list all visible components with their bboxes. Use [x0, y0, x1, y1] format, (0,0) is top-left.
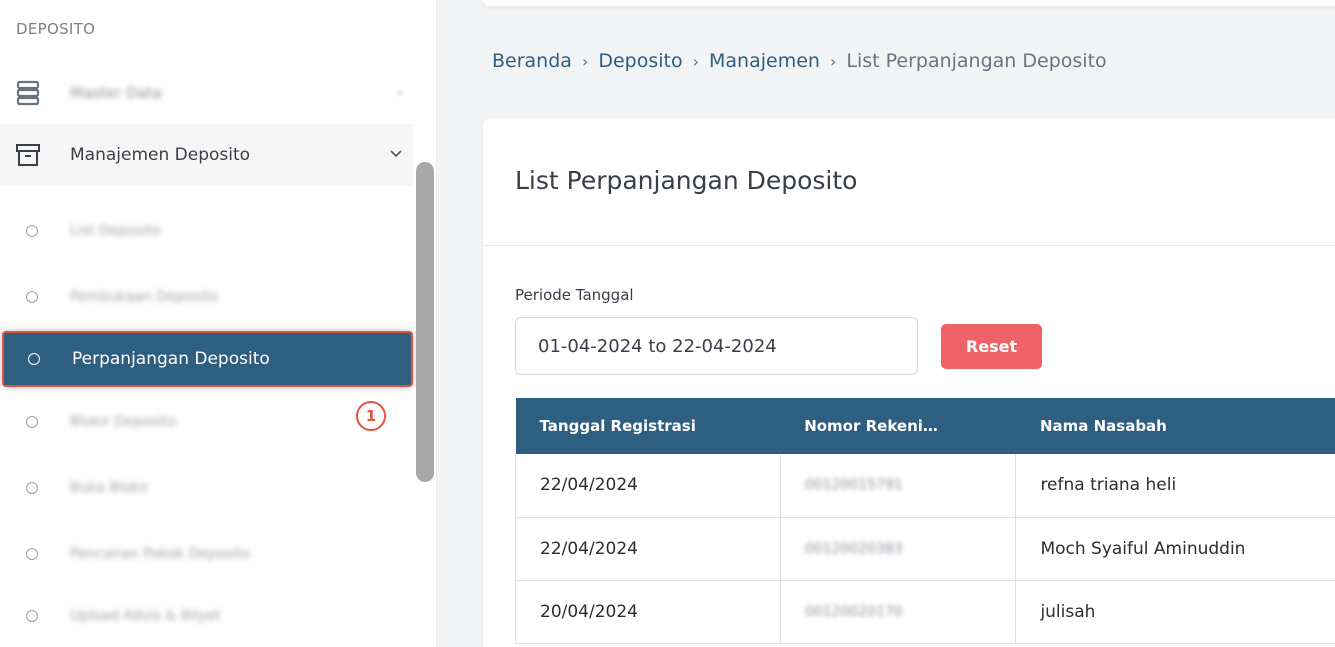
cell-nama: Moch Syaiful Aminuddin [1015, 517, 1335, 581]
breadcrumb-current: List Perpanjangan Deposito [846, 50, 1107, 72]
submenu-label: Pencairan Pokok Deposito [70, 546, 251, 562]
sidebar-item-manajemen-deposito[interactable]: Manajemen Deposito [0, 124, 413, 186]
submenu-label: Perpanjangan Deposito [72, 349, 270, 369]
breadcrumb: Beranda › Deposito › Manajemen › List Pe… [492, 50, 1107, 72]
chevron-right-icon: › [397, 85, 403, 101]
chevron-down-icon [389, 147, 403, 163]
column-header-tanggal[interactable]: Tanggal Registrasi [516, 398, 781, 454]
reset-button[interactable]: Reset [941, 324, 1042, 369]
table-header-row: Tanggal Registrasi Nomor Rekeni… Nama Na… [515, 398, 1335, 454]
sidebar-item-master-data[interactable]: Master Data › [0, 62, 413, 124]
cell-tanggal: 22/04/2024 [515, 454, 781, 518]
submenu-upload-advis-bilyet[interactable]: Upload Advis & Bilyet [0, 583, 413, 647]
submenu-label: List Deposito [70, 223, 162, 239]
circle-icon [26, 482, 38, 494]
submenu-blokir-deposito[interactable]: Blokir Deposito [0, 389, 413, 455]
cell-nomor: 00120020170 [779, 580, 1017, 644]
circle-icon [26, 291, 38, 303]
submenu-pembukaan-deposito[interactable]: Pembukaan Deposito [0, 264, 413, 330]
cell-tanggal: 22/04/2024 [515, 517, 781, 581]
top-bar [483, 0, 1335, 6]
divider [483, 245, 1335, 246]
period-label: Periode Tanggal [515, 286, 634, 304]
database-icon [14, 79, 42, 107]
table-row[interactable]: 20/04/2024 00120020170 julisah [515, 580, 1335, 644]
circle-icon [28, 353, 40, 365]
step-number-badge: 1 [356, 401, 386, 431]
cell-tanggal: 20/04/2024 [515, 580, 781, 644]
column-header-nama[interactable]: Nama Nasabah [1016, 398, 1335, 454]
cell-nama: refna triana heli [1015, 454, 1335, 518]
archive-icon [14, 141, 42, 169]
cell-nama: julisah [1015, 580, 1335, 644]
table-row[interactable]: 22/04/2024 00120020383 Moch Syaiful Amin… [515, 517, 1335, 581]
submenu-label: Pembukaan Deposito [70, 289, 219, 305]
submenu-list-deposito[interactable]: List Deposito [0, 198, 413, 264]
submenu-buka-blokir[interactable]: Buka Blokir [0, 455, 413, 521]
submenu-label: Blokir Deposito [70, 414, 177, 430]
circle-icon [26, 548, 38, 560]
submenu-label: Upload Advis & Bilyet [70, 608, 221, 624]
cell-nomor: 00120020383 [779, 517, 1017, 581]
sidebar-item-label: Master Data [70, 84, 162, 102]
table-row[interactable]: 22/04/2024 00120015791 refna triana heli [515, 454, 1335, 518]
breadcrumb-beranda[interactable]: Beranda [492, 50, 572, 72]
submenu-pencairan-pokok-deposito[interactable]: Pencairan Pokok Deposito [0, 521, 413, 587]
deposit-table: Tanggal Registrasi Nomor Rekeni… Nama Na… [515, 398, 1335, 644]
page-title: List Perpanjangan Deposito [515, 166, 858, 195]
breadcrumb-separator: › [692, 51, 700, 71]
date-range-input[interactable] [515, 317, 918, 375]
sidebar-scrollbar[interactable] [416, 162, 434, 482]
circle-icon [26, 416, 38, 428]
sidebar-item-label: Manajemen Deposito [70, 145, 251, 165]
cell-nomor: 00120015791 [779, 454, 1017, 518]
breadcrumb-separator: › [581, 51, 589, 71]
submenu-perpanjangan-deposito[interactable]: Perpanjangan Deposito [2, 331, 413, 387]
breadcrumb-separator: › [829, 51, 837, 71]
content-card: List Perpanjangan Deposito Periode Tangg… [483, 118, 1335, 647]
column-header-nomor[interactable]: Nomor Rekeni… [780, 398, 1016, 454]
circle-icon [26, 225, 38, 237]
breadcrumb-manajemen[interactable]: Manajemen [709, 50, 820, 72]
sidebar-section-title: DEPOSITO [16, 20, 96, 38]
breadcrumb-deposito[interactable]: Deposito [598, 50, 682, 72]
circle-icon [26, 610, 38, 622]
submenu-label: Buka Blokir [70, 480, 150, 496]
sidebar: DEPOSITO Master Data › Manajemen Deposit… [0, 0, 437, 647]
